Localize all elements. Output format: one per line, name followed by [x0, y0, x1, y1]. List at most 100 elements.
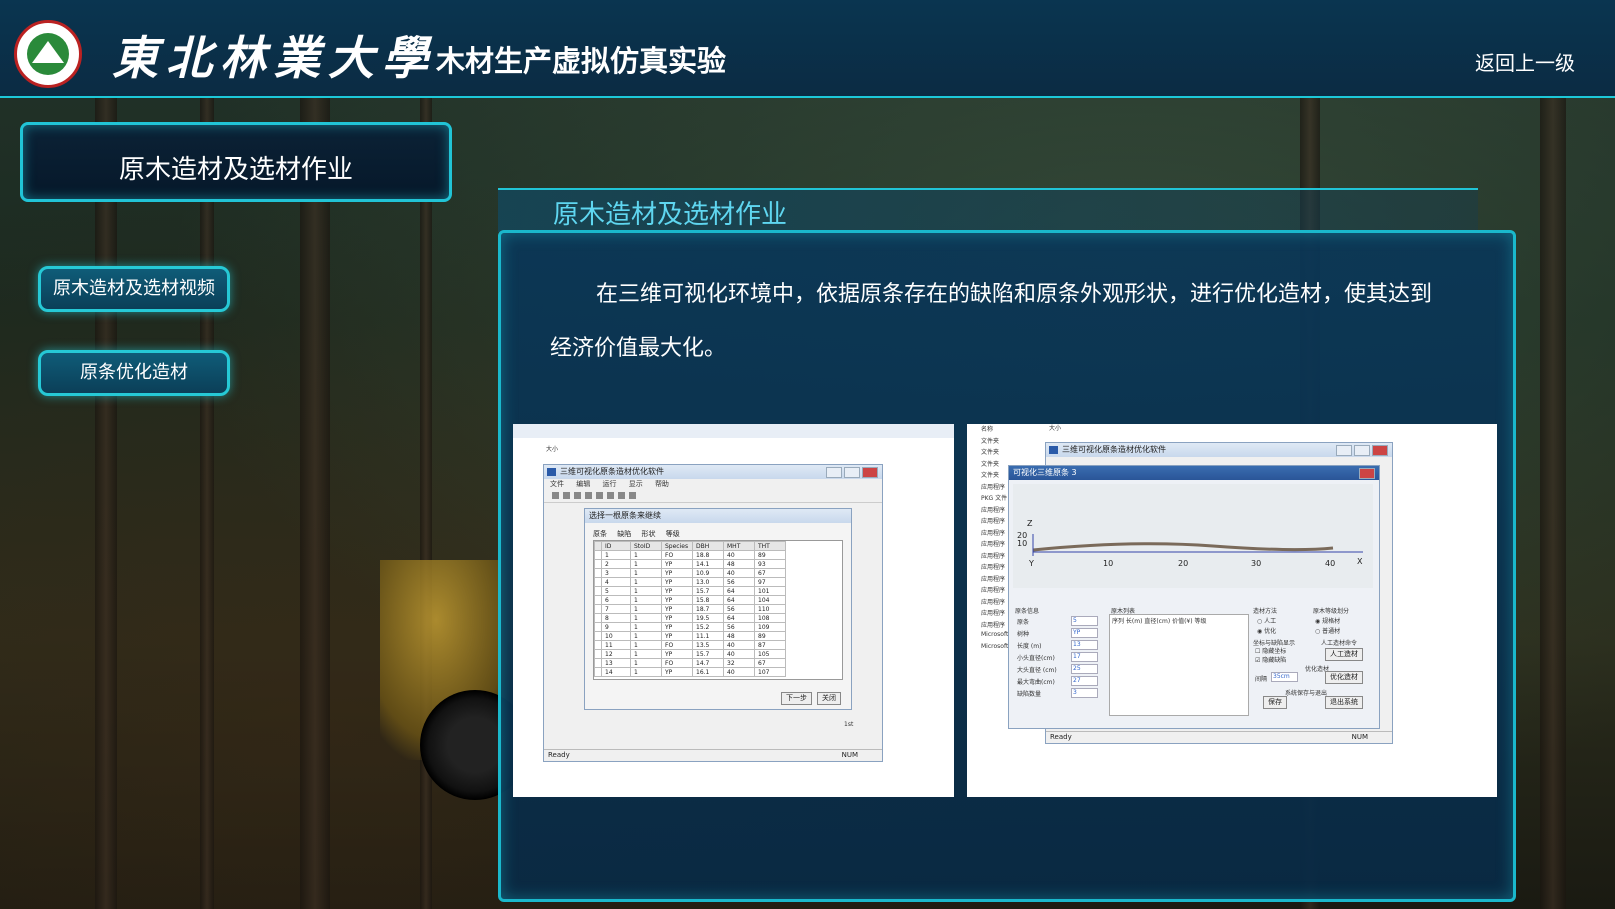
row-selector[interactable] — [594, 631, 602, 641]
row-selector[interactable] — [594, 658, 602, 668]
back-button[interactable]: 返回上一级 — [1475, 47, 1575, 76]
tab-shape[interactable]: 形状 — [641, 530, 655, 538]
row-selector[interactable] — [594, 550, 602, 560]
table-row[interactable]: 1 1 FO 18.8 40 89 — [594, 550, 786, 560]
tab-log[interactable]: 原条 — [593, 530, 607, 538]
table-row[interactable]: 4 1 YP 13.0 56 97 — [594, 577, 786, 587]
column-header[interactable]: DBH — [692, 541, 724, 551]
explorer-item[interactable]: 应用程序 — [981, 562, 1005, 571]
save-icon[interactable] — [574, 492, 581, 499]
row-selector[interactable] — [594, 586, 602, 596]
table-row[interactable]: 6 1 YP 15.8 64 104 — [594, 595, 786, 605]
menu-item-file[interactable]: 文件 — [550, 480, 564, 488]
maximize-icon[interactable] — [844, 467, 860, 478]
exit-system-button[interactable]: 退出系统 — [1325, 696, 1363, 709]
close-icon[interactable] — [1359, 468, 1375, 479]
explorer-item[interactable]: 应用程序 — [981, 585, 1005, 594]
open-icon[interactable] — [563, 492, 570, 499]
grade-option-spec[interactable]: ◉ 规格材 — [1315, 616, 1340, 625]
grade-option-normal[interactable]: ○ 普通材 — [1315, 626, 1340, 635]
hide-coords-checkbox[interactable]: ☐ 隐藏坐标 — [1255, 646, 1286, 655]
paste-icon[interactable] — [607, 492, 614, 499]
row-selector[interactable] — [594, 595, 602, 605]
interval-select[interactable]: 35cm — [1271, 672, 1298, 682]
table-row[interactable]: 5 1 YP 15.7 64 101 — [594, 586, 786, 596]
minimize-icon[interactable] — [1336, 445, 1352, 456]
table-row[interactable]: 11 1 FO 13.5 40 87 — [594, 640, 786, 650]
help-icon[interactable] — [629, 492, 636, 499]
explorer-item[interactable]: 应用程序 — [981, 482, 1005, 491]
table-row[interactable]: 3 1 YP 10.9 40 67 — [594, 568, 786, 578]
info-field-value[interactable]: YP — [1071, 628, 1098, 638]
explorer-item[interactable]: 应用程序 — [981, 539, 1005, 548]
table-row[interactable]: 13 1 FO 14.7 32 67 — [594, 658, 786, 668]
column-header[interactable]: StoID — [630, 541, 662, 551]
save-button[interactable]: 保存 — [1263, 696, 1287, 709]
row-selector[interactable] — [594, 604, 602, 614]
menu-item-run[interactable]: 运行 — [602, 480, 616, 488]
tab-defect[interactable]: 缺陷 — [617, 530, 631, 538]
next-button[interactable]: 下一步 — [781, 692, 812, 705]
row-selector[interactable] — [594, 640, 602, 650]
explorer-item[interactable]: 文件夹 — [981, 459, 999, 468]
print-icon[interactable] — [618, 492, 625, 499]
column-header[interactable]: THT — [754, 541, 786, 551]
explorer-item[interactable]: 文件夹 — [981, 447, 999, 456]
explorer-item[interactable]: PKG 文件 — [981, 493, 1007, 502]
row-selector[interactable] — [594, 622, 602, 632]
maximize-icon[interactable] — [1354, 445, 1370, 456]
info-field-value[interactable]: 17 — [1071, 652, 1098, 662]
close-icon[interactable] — [1372, 445, 1388, 456]
explorer-item[interactable]: 名称 — [981, 424, 993, 433]
info-field-value[interactable]: 3 — [1071, 688, 1098, 698]
explorer-item[interactable]: Microsoft — [981, 631, 1008, 638]
manual-cut-button[interactable]: 人工造材 — [1325, 648, 1363, 661]
explorer-item[interactable]: 应用程序 — [981, 516, 1005, 525]
explorer-item[interactable]: 应用程序 — [981, 597, 1005, 606]
copy-icon[interactable] — [596, 492, 603, 499]
sidebar-item-optimize[interactable]: 原条优化造材 — [38, 350, 230, 396]
close-icon[interactable] — [862, 467, 878, 478]
row-selector[interactable] — [594, 559, 602, 569]
method-option-manual[interactable]: ○ 人工 — [1257, 616, 1276, 625]
row-selector[interactable] — [594, 577, 602, 587]
tab-grade[interactable]: 等级 — [666, 530, 680, 538]
menu-item-edit[interactable]: 编辑 — [576, 480, 590, 488]
table-row[interactable]: 7 1 YP 18.7 56 110 — [594, 604, 786, 614]
explorer-item[interactable]: 应用程序 — [981, 505, 1005, 514]
table-row[interactable]: 9 1 YP 15.2 56 109 — [594, 622, 786, 632]
explorer-item[interactable]: 应用程序 — [981, 528, 1005, 537]
explorer-item[interactable]: 文件夹 — [981, 436, 999, 445]
explorer-item[interactable]: Microsoft — [981, 643, 1008, 650]
explorer-item[interactable]: 应用程序 — [981, 551, 1005, 560]
log-list[interactable]: 序列 长(m) 直径(cm) 价值(¥) 等级 — [1109, 614, 1249, 716]
close-button[interactable]: 关闭 — [817, 692, 841, 705]
explorer-item[interactable]: 应用程序 — [981, 574, 1005, 583]
explorer-item[interactable]: 应用程序 — [981, 620, 1005, 629]
explorer-item[interactable]: 文件夹 — [981, 470, 999, 479]
minimize-icon[interactable] — [826, 467, 842, 478]
new-icon[interactable] — [552, 492, 559, 499]
info-field-value[interactable]: 5 — [1071, 616, 1098, 626]
table-row[interactable]: 2 1 YP 14.1 48 93 — [594, 559, 786, 569]
column-header[interactable]: ID — [601, 541, 631, 551]
table-row[interactable]: 12 1 YP 15.7 40 105 — [594, 649, 786, 659]
info-field-value[interactable]: 13 — [1071, 640, 1098, 650]
row-selector[interactable] — [594, 613, 602, 623]
sidebar-item-video[interactable]: 原木造材及选材视频 — [38, 266, 230, 312]
cut-icon[interactable] — [585, 492, 592, 499]
info-field-value[interactable]: 25 — [1071, 664, 1098, 674]
row-selector[interactable] — [594, 649, 602, 659]
menu-item-view[interactable]: 显示 — [629, 480, 643, 488]
info-field-value[interactable]: 27 — [1071, 676, 1098, 686]
optimize-cut-button[interactable]: 优化造材 — [1325, 671, 1363, 684]
table-row[interactable]: 10 1 YP 11.1 48 89 — [594, 631, 786, 641]
menu-item-help[interactable]: 帮助 — [655, 480, 669, 488]
column-header[interactable]: MHT — [723, 541, 755, 551]
hide-defects-checkbox[interactable]: ☑ 隐藏缺陷 — [1255, 655, 1286, 664]
explorer-item[interactable]: 应用程序 — [981, 608, 1005, 617]
method-option-optimize[interactable]: ◉ 优化 — [1257, 626, 1276, 635]
column-header[interactable]: Species — [661, 541, 693, 551]
table-row[interactable]: 14 1 YP 16.1 40 107 — [594, 667, 786, 677]
row-selector[interactable] — [594, 568, 602, 578]
